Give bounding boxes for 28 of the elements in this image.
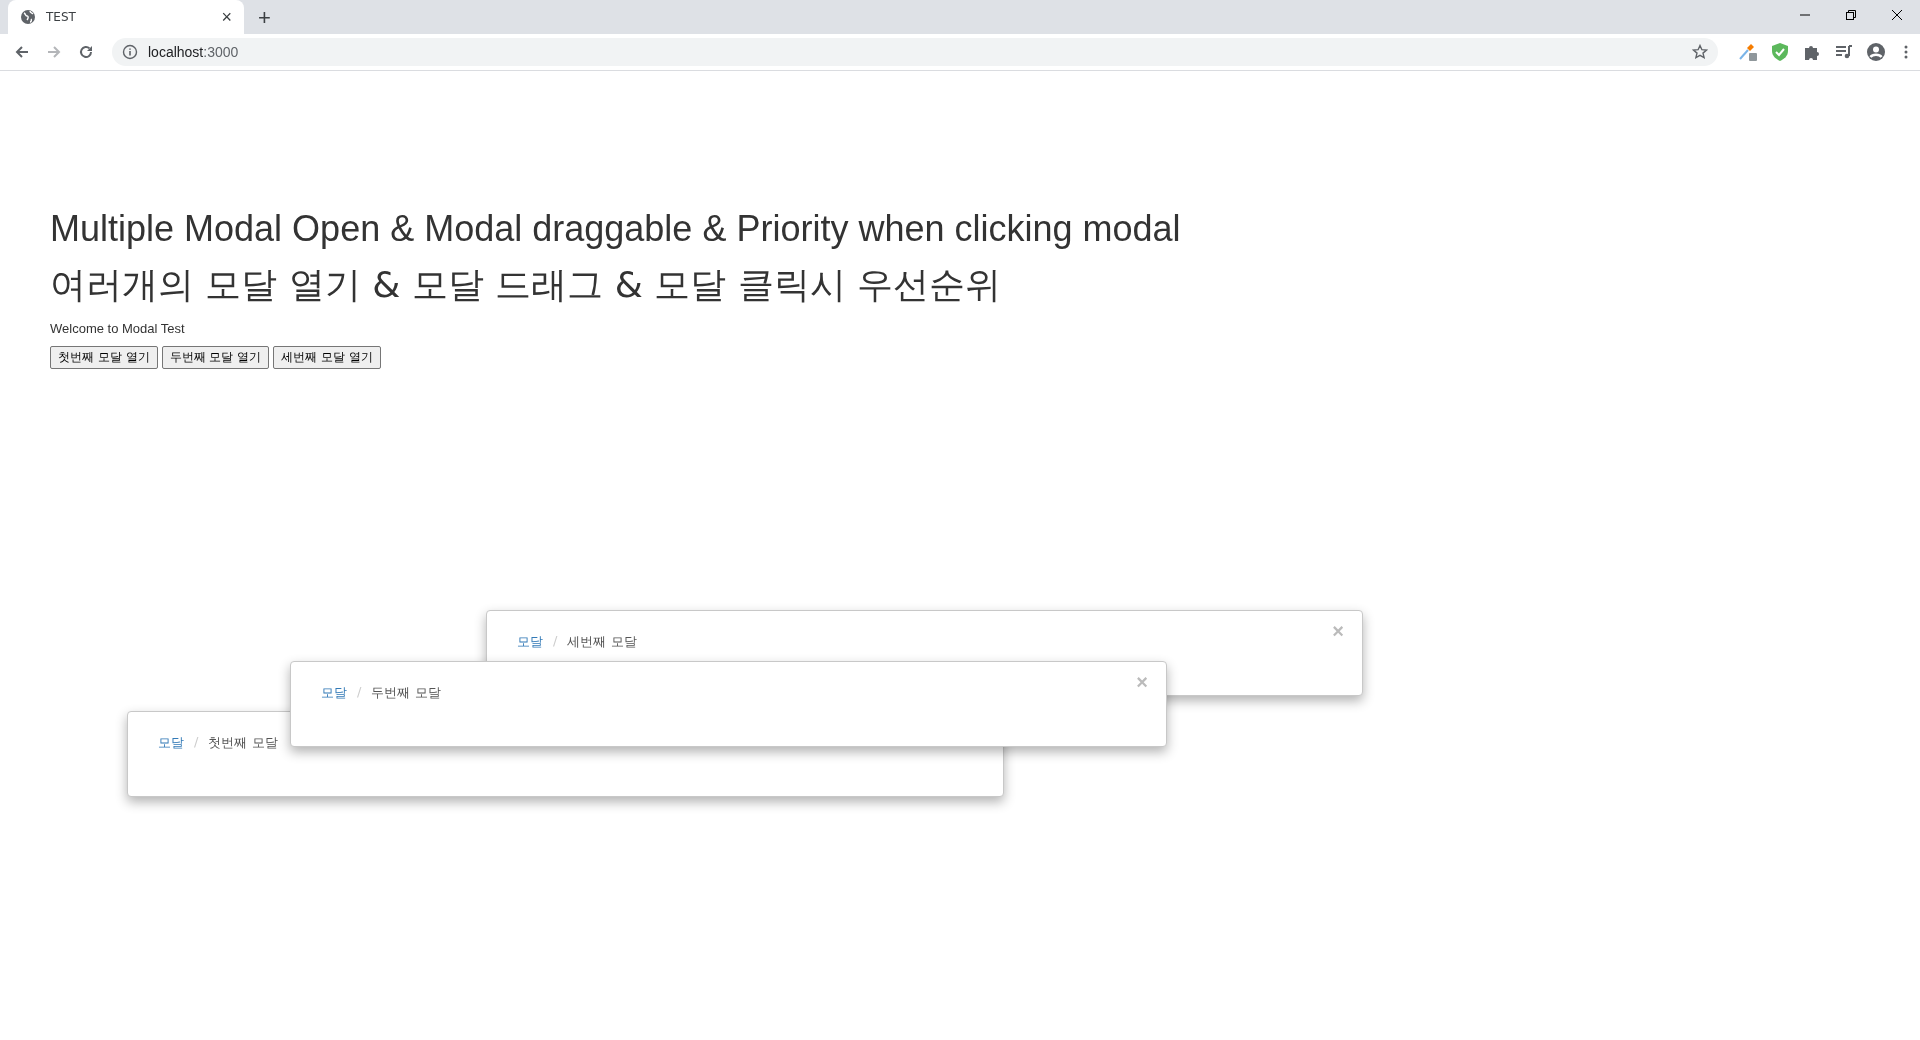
url-text: localhost:3000 [148, 44, 240, 60]
star-icon[interactable] [1692, 44, 1708, 60]
open-modal-button[interactable]: 세번째 모달 열기 [273, 346, 381, 369]
globe-icon [20, 9, 36, 25]
breadcrumb-separator: / [553, 633, 558, 650]
address-bar[interactable]: localhost:3000 [112, 38, 1718, 66]
welcome-text: Welcome to Modal Test [50, 321, 186, 336]
open-modal-button[interactable]: 첫번째 모달 열기 [50, 346, 158, 369]
page-heading: 여러개의 모달 열기 & 모달 드래그 & 모달 클릭시 우선순위 [50, 263, 1003, 307]
breadcrumb-separator: / [194, 734, 199, 751]
breadcrumb-link[interactable]: 모달 [517, 633, 543, 651]
modal-title: 세번째 모달 [567, 633, 637, 651]
profile-icon[interactable] [1866, 42, 1886, 62]
browser-tab[interactable]: TEST × [8, 0, 244, 34]
eyedropper-icon[interactable] [1738, 42, 1758, 62]
breadcrumb-link[interactable]: 모달 [158, 734, 184, 752]
page-heading: Multiple Modal Open & Modal draggable & Priority when clicking modal [50, 207, 1182, 251]
modal-title: 두번째 모달 [371, 684, 441, 702]
modal-window[interactable]: 모달 / 두번째 모달 × [290, 661, 1167, 747]
breadcrumb-separator: / [357, 684, 362, 701]
tab-title: TEST [46, 10, 77, 24]
shield-check-icon[interactable] [1770, 42, 1790, 62]
tab-close-button[interactable]: × [219, 8, 234, 26]
open-modal-button[interactable]: 두번째 모달 열기 [161, 346, 270, 369]
new-tab-button[interactable]: + [252, 5, 277, 31]
modal-title: 첫번째 모달 [208, 734, 278, 752]
breadcrumb-link[interactable]: 모달 [321, 684, 347, 702]
info-icon [122, 44, 138, 60]
